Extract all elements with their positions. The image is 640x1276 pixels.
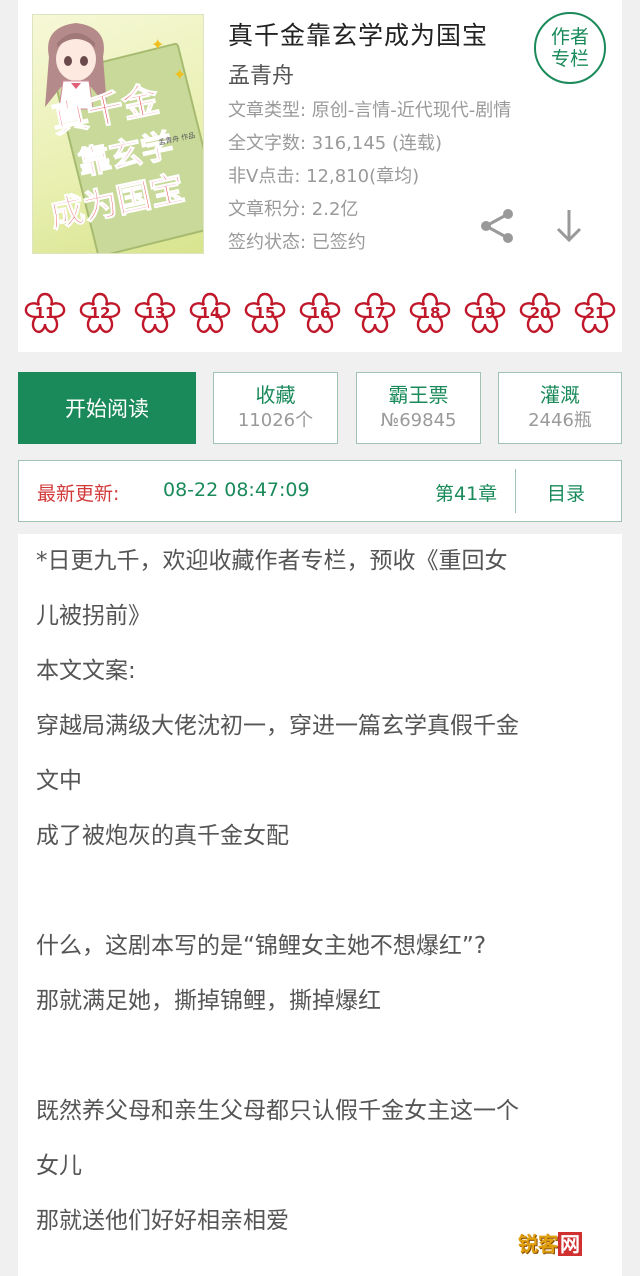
synopsis-line: 那就满足她，撕掉锦鲤，撕掉爆红 [36,988,381,1014]
flower-icon: 13 [132,290,178,336]
flower-rating-row: 11 12 13 14 15 16 17 18 19 20 21 [18,290,622,340]
book-header-card: ✦ ✦ 真千金 靠玄学 成为国宝 孟青舟 作品 真千金靠玄学成为国宝 孟青舟 文… [18,0,622,352]
flower-number: 14 [199,304,221,322]
nutrient-count: 2446瓶 [528,410,592,431]
flower-number: 11 [34,304,56,322]
synopsis-line: 本文文案: [36,658,136,684]
synopsis-line: 成了被炮灰的真千金女配 [36,823,289,849]
synopsis-line: 文中 [36,768,82,794]
synopsis-line: 既然养父母和亲生父母都只认假千金女主这一个 [36,1098,519,1124]
share-icon[interactable] [478,206,518,246]
meta-clicks: 非V点击: 12,810(章均) [228,166,420,187]
flower-icon: 12 [77,290,123,336]
flower-number: 13 [144,304,166,322]
flower-icon: 17 [352,290,398,336]
nutrient-button[interactable]: 灌溉 2446瓶 [498,372,622,444]
flower-icon: 21 [572,290,618,336]
start-reading-button[interactable]: 开始阅读 [18,372,196,444]
flower-number: 17 [364,304,386,322]
flower-number: 18 [419,304,441,322]
synopsis-line: 什么，这剧本写的是“锦鲤女主她不想爆红”? [36,933,487,959]
flower-number: 20 [529,304,551,322]
synopsis-line: *日更九千，欢迎收藏作者专栏，预收《重回女 [36,548,508,574]
book-synopsis: *日更九千，欢迎收藏作者专栏，预收《重回女 儿被拐前》本文文案: 穿越局满级大佬沈初… [18,534,622,1276]
favorite-button[interactable]: 收藏 11026个 [213,372,338,444]
watermark-part1: 锐客 [518,1232,558,1256]
bawang-ticket-button[interactable]: 霸王票 №69845 [356,372,481,444]
flower-icon: 14 [187,290,233,336]
favorite-label: 收藏 [255,383,296,407]
meta-genre: 文章类型: 原创-言情-近代现代-剧情 [228,100,512,121]
latest-update-time: 08-22 08:47:09 [163,479,310,501]
nutrient-label: 灌溉 [540,383,580,407]
flower-number: 21 [584,304,606,322]
star-icon: ✦ [151,35,165,54]
author-column-label-1: 作者 [550,26,589,48]
divider [515,469,516,513]
flower-number: 15 [254,304,276,322]
site-watermark: 锐客网 [518,1228,598,1258]
latest-update-bar[interactable]: 最新更新: 08-22 08:47:09 第41章 目录 [18,460,622,522]
flower-number: 16 [309,304,331,322]
flower-number: 12 [89,304,111,322]
favorite-count: 11026个 [237,410,314,431]
synopsis-line: 儿被拐前》 [36,603,151,629]
book-title: 真千金靠玄学成为国宝 [228,21,489,50]
latest-chapter-link[interactable]: 第41章 [435,479,497,506]
flower-icon: 16 [297,290,343,336]
flower-icon: 20 [517,290,563,336]
latest-update-label: 最新更新: [37,483,120,505]
synopsis-line: 女儿 [36,1153,82,1179]
meta-word-count: 全文字数: 316,145 (连载) [228,133,442,154]
bawang-label: 霸王票 [388,383,449,407]
watermark-part2: 网 [558,1232,582,1256]
author-column-button[interactable]: 作者 专栏 [534,12,606,84]
table-of-contents-button[interactable]: 目录 [547,479,585,506]
flower-icon: 19 [462,290,508,336]
meta-score: 文章积分: 2.2亿 [228,199,359,220]
author-column-label-2: 专栏 [550,48,589,70]
download-icon[interactable] [554,206,584,246]
cover-title-art: 真千金 靠玄学 成为国宝 孟青舟 作品 [47,77,196,235]
bawang-count: №69845 [380,410,457,431]
flower-number: 19 [474,304,496,322]
flower-icon: 15 [242,290,288,336]
book-cover[interactable]: ✦ ✦ 真千金 靠玄学 成为国宝 孟青舟 作品 [32,14,204,254]
flower-icon: 18 [407,290,453,336]
meta-contract: 签约状态: 已签约 [228,232,366,253]
synopsis-line: 穿越局满级大佬沈初一，穿进一篇玄学真假千金 [36,713,519,739]
flower-icon: 11 [22,290,68,336]
cover-title-line3: 成为国宝 [47,169,188,234]
author-name[interactable]: 孟青舟 [228,58,294,90]
